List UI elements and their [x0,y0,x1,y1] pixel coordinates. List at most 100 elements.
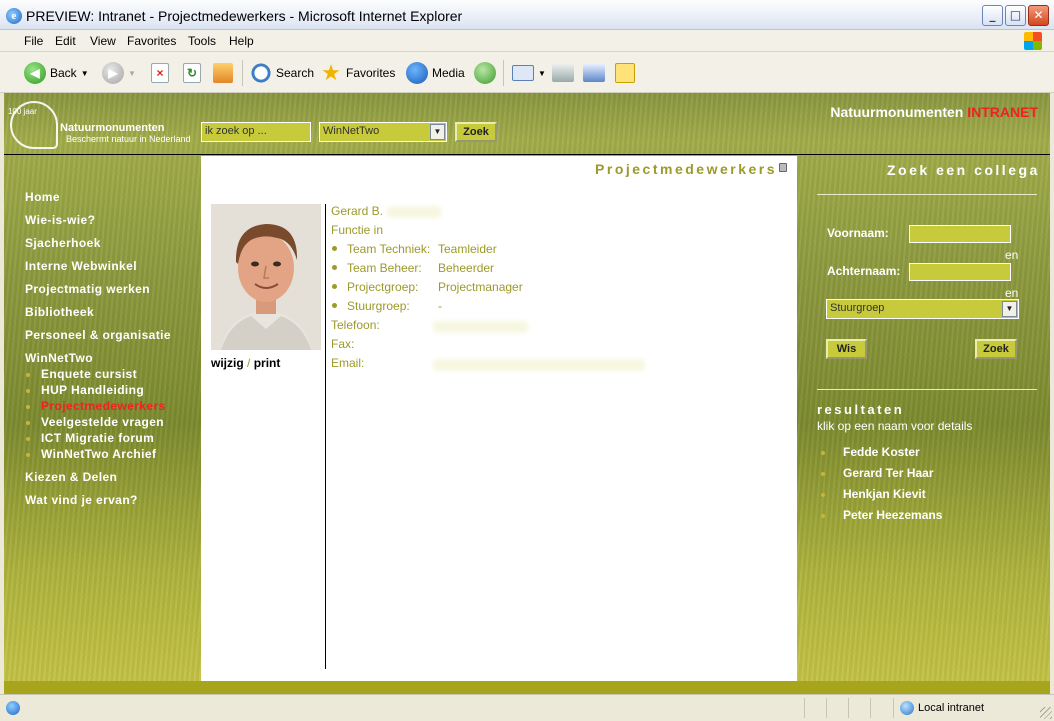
header-search-input[interactable]: ik zoek op ... [201,122,311,142]
home-button[interactable] [213,60,233,86]
redacted-phone [433,321,528,333]
status-pane [804,698,805,718]
menu-tools[interactable]: Tools [188,34,216,48]
result-name[interactable]: Peter Heezemans [843,508,942,522]
print-link[interactable]: print [254,356,281,370]
wijzig-link[interactable]: wijzig [211,356,244,370]
employee-photo [211,204,321,350]
results-subtitle: klik op een naam voor details [817,419,973,433]
nav-home[interactable]: Home [25,190,60,204]
search-icon [250,62,272,84]
nav-bibliotheek[interactable]: Bibliotheek [25,305,94,319]
subnav-projectmedewerkers[interactable]: Projectmedewerkers [26,399,166,413]
subnav-ict-migratie-forum[interactable]: ICT Migratie forum [26,431,154,445]
edit-button[interactable] [583,60,605,86]
brand-name: Natuurmonumenten [830,104,964,120]
en-label: en [1005,248,1019,262]
nav-personeel-organisatie[interactable]: Personeel & organisatie [25,328,171,342]
en-label: en [1005,286,1019,300]
dropdown-arrow-icon[interactable]: ▼ [538,69,546,78]
divider [817,389,1037,390]
back-button[interactable]: ◀ Back ▼ [24,60,89,86]
menu-bar: File Edit View Favorites Tools Help [0,30,1054,52]
menu-favorites[interactable]: Favorites [127,34,176,48]
chevron-down-icon[interactable]: ▼ [430,124,445,140]
maximize-button[interactable]: □ [1005,5,1026,26]
menu-help[interactable]: Help [229,34,254,48]
page-footer-bar [4,681,1050,694]
favorites-button[interactable]: ★ Favorites [320,60,395,86]
main-content: Projectmedewerkers wijzig / print Gerard… [201,156,797,681]
mail-icon [512,65,534,81]
refresh-icon: ↻ [183,63,201,83]
history-button[interactable] [474,60,496,86]
subnav-label: Veelgestelde vragen [41,415,164,429]
media-button[interactable]: Media [406,60,465,86]
header-zoek-button[interactable]: Zoek [455,122,497,142]
subnav-veelgestelde-vragen[interactable]: Veelgestelde vragen [26,415,164,429]
subnav-hup-handleiding[interactable]: HUP Handleiding [26,383,144,397]
subnav-label: WinNetTwo Archief [41,447,157,461]
dropdown-arrow-icon[interactable]: ▼ [81,69,89,78]
note-button[interactable] [615,60,635,86]
photo-links: wijzig / print [211,356,280,370]
header-section-select[interactable]: WinNetTwo ▼ [319,122,447,142]
subnav-winnettwo-archief[interactable]: WinNetTwo Archief [26,447,156,461]
bullet-icon [332,303,337,308]
header-select-value: WinNetTwo [323,125,380,137]
subnav-label: ICT Migratie forum [41,431,155,445]
bullet-icon [26,420,30,425]
globe-icon [900,701,914,715]
result-name[interactable]: Henkjan Kievit [843,487,926,501]
menu-edit[interactable]: Edit [55,34,76,48]
minimize-button[interactable]: _ [982,5,1003,26]
bullet-icon [821,451,825,455]
dropdown-arrow-icon[interactable]: ▼ [128,69,136,78]
role-value: Projectmanager [438,280,523,294]
nav-wat-vind-je-ervan[interactable]: Wat vind je ervan? [25,493,138,507]
nav-wie-is-wie[interactable]: Wie-is-wie? [25,213,95,227]
nav-interne-webwinkel[interactable]: Interne Webwinkel [25,259,137,273]
employee-name: Gerard B. [331,204,384,218]
achternaam-input[interactable] [909,263,1011,281]
natuurmonumenten-logo[interactable]: 100 jaar Natuurmonumenten Beschermt natu… [6,97,196,153]
nav-winnettwo[interactable]: WinNetTwo [25,351,93,365]
search-button[interactable]: Search [250,60,314,86]
resize-grip-icon[interactable] [1040,707,1052,719]
forward-button[interactable]: ▶ ▼ [102,60,136,86]
logo-name: Natuurmonumenten [60,122,165,134]
menu-view[interactable]: View [90,34,116,48]
status-bar: Local intranet [0,694,1054,721]
voornaam-input[interactable] [909,225,1011,243]
mail-button[interactable]: ▼ [512,60,546,86]
toolbar-separator [242,60,243,86]
chevron-down-icon[interactable]: ▼ [1002,301,1017,317]
nav-sjacherhoek[interactable]: Sjacherhoek [25,236,101,250]
bullet-icon [26,388,30,393]
page-status-icon [6,701,20,715]
media-label: Media [432,66,465,80]
printer-icon [552,64,574,82]
page-title-text: Projectmedewerkers [595,161,777,177]
wis-button[interactable]: Wis [826,339,867,359]
print-button[interactable] [552,60,574,86]
subnav-enquete-cursist[interactable]: Enquete cursist [26,367,137,381]
menu-file[interactable]: File [24,34,43,48]
close-button[interactable]: ✕ [1028,5,1049,26]
bullet-icon [821,514,825,518]
lock-icon [779,163,787,172]
home-icon [213,63,233,83]
window-title: PREVIEW: Intranet - Projectmedewerkers -… [26,8,463,24]
group-select[interactable]: Stuurgroep ▼ [826,299,1019,319]
brand-intranet: INTRANET [967,104,1038,120]
zoek-button[interactable]: Zoek [975,339,1017,359]
result-name[interactable]: Fedde Koster [843,445,920,459]
result-name[interactable]: Gerard Ter Haar [843,466,934,480]
stop-button[interactable]: × [151,60,169,86]
nav-kiezen-delen[interactable]: Kiezen & Delen [25,470,117,484]
nav-projectmatig-werken[interactable]: Projectmatig werken [25,282,150,296]
note-icon [615,63,635,83]
refresh-button[interactable]: ↻ [183,60,201,86]
site-header: 100 jaar Natuurmonumenten Beschermt natu… [4,93,1050,155]
divider [817,194,1037,195]
